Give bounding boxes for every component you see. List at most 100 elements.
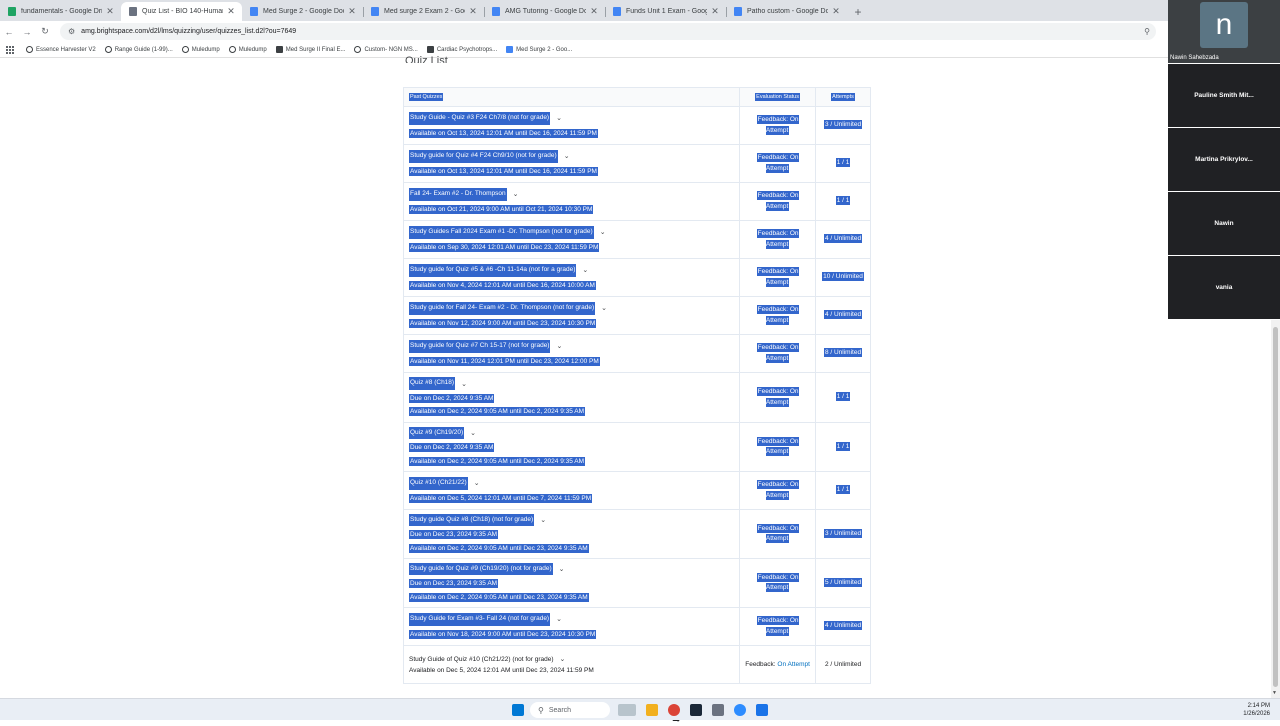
address-bar[interactable]: ⚙ amg.brightspace.com/d2l/lms/quizzing/u… [60, 23, 1156, 40]
participant-tile[interactable]: Nawin [1168, 192, 1280, 255]
participant-tile[interactable]: Pauline Smith Mit... [1168, 64, 1280, 127]
quiz-link[interactable]: Study guide for Quiz #5 & #6 -Ch 11-14a … [409, 264, 577, 277]
close-icon[interactable]: ✕ [589, 6, 599, 17]
apps-grid-icon[interactable] [6, 45, 14, 54]
quiz-link[interactable]: Study Guide - Quiz #3 F24 Ch7/8 (not for… [409, 112, 551, 125]
file-explorer-icon[interactable] [646, 704, 658, 716]
quiz-date-text: Available on Nov 12, 2024 9:00 AM until … [409, 318, 597, 328]
close-icon[interactable]: ✕ [347, 6, 357, 17]
tab-favicon-icon [734, 7, 742, 16]
browser-tab[interactable]: AMG Tutoring - Google Docs ✕ [484, 2, 605, 21]
quiz-date-text: Available on Dec 5, 2024 12:01 AM until … [409, 667, 594, 674]
self-video-tile[interactable]: n Nawin Sahebzada [1168, 0, 1280, 63]
site-info-icon[interactable]: ⚙ [68, 27, 75, 36]
tab-strip: fundamentals - Google Drive ✕ Quiz List - … [0, 0, 1168, 21]
zoom-app-icon[interactable] [734, 704, 746, 716]
quiz-link[interactable]: Study Guide of Quiz #10 (Ch21/22) (not f… [409, 656, 554, 663]
chevron-down-icon[interactable]: ⌄ [474, 479, 480, 487]
chevron-down-icon[interactable]: ⌄ [582, 266, 588, 274]
chevron-down-icon[interactable]: ⌄ [556, 114, 562, 122]
quiz-date-text: Available on Nov 18, 2024 9:00 AM until … [409, 629, 597, 639]
app-icon[interactable] [712, 704, 724, 716]
new-tab-icon[interactable]: + [847, 2, 869, 21]
quiz-link[interactable]: Quiz #8 (Ch18) [409, 377, 456, 390]
bookmark-item[interactable]: Range Guide (1-99)... [104, 46, 173, 53]
close-icon[interactable]: ✕ [226, 6, 236, 17]
bookmark-item[interactable]: Muledump [181, 46, 220, 53]
quiz-cell: Quiz #10 (Ch21/22) ⌄ Available on Dec 5, 2… [402, 471, 740, 510]
chevron-down-icon[interactable]: ⌄ [560, 655, 566, 663]
quiz-link[interactable]: Quiz #9 (Ch19/20) [409, 426, 465, 440]
chevron-down-icon[interactable]: ⌄ [470, 429, 476, 437]
bookmark-item[interactable]: Cardiac Psychotrops... [426, 46, 497, 53]
table-header-row: Past Quizzes Evaluation Status Attempts [402, 87, 871, 107]
close-icon[interactable]: ✕ [468, 6, 478, 17]
tab-favicon-icon [8, 7, 16, 16]
browser-tab[interactable]: Quiz List - BIO 140-Human Ana✕ [121, 2, 242, 21]
quiz-link[interactable]: Study guide for Quiz #7 Ch 15-17 (not fo… [409, 340, 551, 353]
steam-icon[interactable] [690, 704, 702, 716]
chrome-icon[interactable] [668, 704, 680, 716]
bookmark-label: Range Guide (1-99)... [114, 46, 173, 53]
browser-tab[interactable]: Patho custom - Google Docs ✕ [726, 2, 847, 21]
back-icon[interactable]: ← [0, 27, 18, 37]
reload-icon[interactable]: ↻ [36, 26, 54, 37]
chevron-down-icon[interactable]: ⌄ [564, 152, 570, 160]
quiz-link[interactable]: Quiz #10 (Ch21/22) [409, 477, 468, 490]
status-cell: Feedback: On Attempt [739, 645, 816, 684]
quiz-link[interactable]: Study guide for Quiz #4 F24 Ch9/10 (not … [409, 150, 558, 163]
scroll-thumb[interactable] [1273, 327, 1278, 687]
close-icon[interactable]: ✕ [831, 6, 841, 17]
quiz-link[interactable]: Fall 24- Exam #2 - Dr. Thompson [409, 188, 507, 201]
forward-icon[interactable]: → [18, 27, 36, 37]
close-icon[interactable]: ✕ [710, 6, 720, 17]
table-row: Study Guide for Exam #3- Fall 24 (not fo… [402, 607, 871, 646]
browser-tab[interactable]: Funds Unit 1 Exam - Google Do✕ [605, 2, 726, 21]
bookmark-item[interactable]: Muledump [228, 46, 267, 53]
bookmark-label: Muledump [238, 46, 267, 53]
chevron-down-icon[interactable]: ⌄ [556, 615, 562, 623]
table-row: Study guide for Quiz #7 Ch 15-17 (not fo… [402, 334, 871, 373]
bookmark-item[interactable]: Custom- NGN MS... [354, 46, 418, 53]
browser-tab[interactable]: Med Surge 2 - Google Docs ✕ [242, 2, 363, 21]
chevron-down-icon[interactable]: ⌄ [601, 304, 607, 312]
bookmarks-bar: Essence Harvester V2 Range Guide (1-99)..… [0, 42, 1168, 58]
chevron-down-icon[interactable]: ⌄ [600, 228, 606, 236]
close-icon[interactable]: ✕ [105, 6, 115, 17]
evaluation-status: Feedback: On Attempt [756, 480, 799, 500]
browser-tab[interactable]: Med surge 2 Exam 2 - Google Do✕ [363, 2, 484, 21]
quiz-link[interactable]: Study guide Quiz #8 (Ch18) (not for grad… [409, 513, 535, 527]
status-cell: Feedback: On Attempt [739, 607, 816, 646]
quiz-cell: Study Guide for Exam #3- Fall 24 (not fo… [402, 607, 740, 646]
participant-tile[interactable]: vania [1168, 256, 1280, 319]
chevron-down-icon[interactable]: ⌄ [556, 342, 562, 350]
browser-tab[interactable]: fundamentals - Google Drive ✕ [0, 2, 121, 21]
on-attempt-link[interactable]: On Attempt [777, 661, 810, 668]
quiz-link[interactable]: Study Guide for Exam #3- Fall 24 (not fo… [409, 613, 551, 626]
widgets-icon[interactable] [618, 704, 636, 716]
attempts-cell: 3 / Unlimited [815, 106, 871, 145]
scroll-down-icon[interactable]: ▼ [1272, 690, 1277, 696]
table-row: Quiz #9 (Ch19/20) ⌄ Due on Dec 2, 2024 9:3… [402, 422, 871, 472]
quiz-link[interactable]: Study Guides Fall 2024 Exam #1 -Dr. Thom… [409, 226, 594, 239]
chevron-down-icon[interactable]: ⌄ [461, 380, 467, 388]
bookmark-item[interactable]: Med Surge II Final E... [275, 46, 345, 53]
windows-start-icon[interactable] [512, 704, 524, 716]
bookmark-item[interactable]: Essence Harvester V2 [26, 46, 96, 53]
taskbar-search[interactable]: ⚲ Search [530, 702, 610, 718]
participant-tile[interactable]: Martina Prikrylov... [1168, 128, 1280, 191]
avatar: n [1200, 2, 1248, 48]
status-cell: Feedback: On Attempt [739, 144, 816, 183]
quiz-link[interactable]: Study guide for Quiz #9 (Ch19/20) (not f… [409, 562, 553, 576]
chevron-down-icon[interactable]: ⌄ [513, 190, 519, 198]
tab-title: Quiz List - BIO 140-Human Ana [142, 8, 223, 15]
chevron-down-icon[interactable]: ⌄ [559, 565, 565, 573]
bookmark-item[interactable]: Med Surge 2 - Goo... [506, 46, 572, 53]
quiz-date-text: Due on Dec 2, 2024 9:35 AM [409, 443, 495, 453]
chevron-down-icon[interactable]: ⌄ [540, 516, 546, 524]
table-row: Quiz #10 (Ch21/22) ⌄ Available on Dec 5, 2… [402, 471, 871, 510]
quiz-link[interactable]: Study guide for Fall 24- Exam #2 - Dr. T… [409, 302, 596, 315]
zoom-icon[interactable]: ⚲ [1144, 27, 1150, 36]
calculator-icon[interactable] [756, 704, 768, 716]
system-clock[interactable]: 2:14 PM 1/26/2026 [1243, 702, 1270, 718]
